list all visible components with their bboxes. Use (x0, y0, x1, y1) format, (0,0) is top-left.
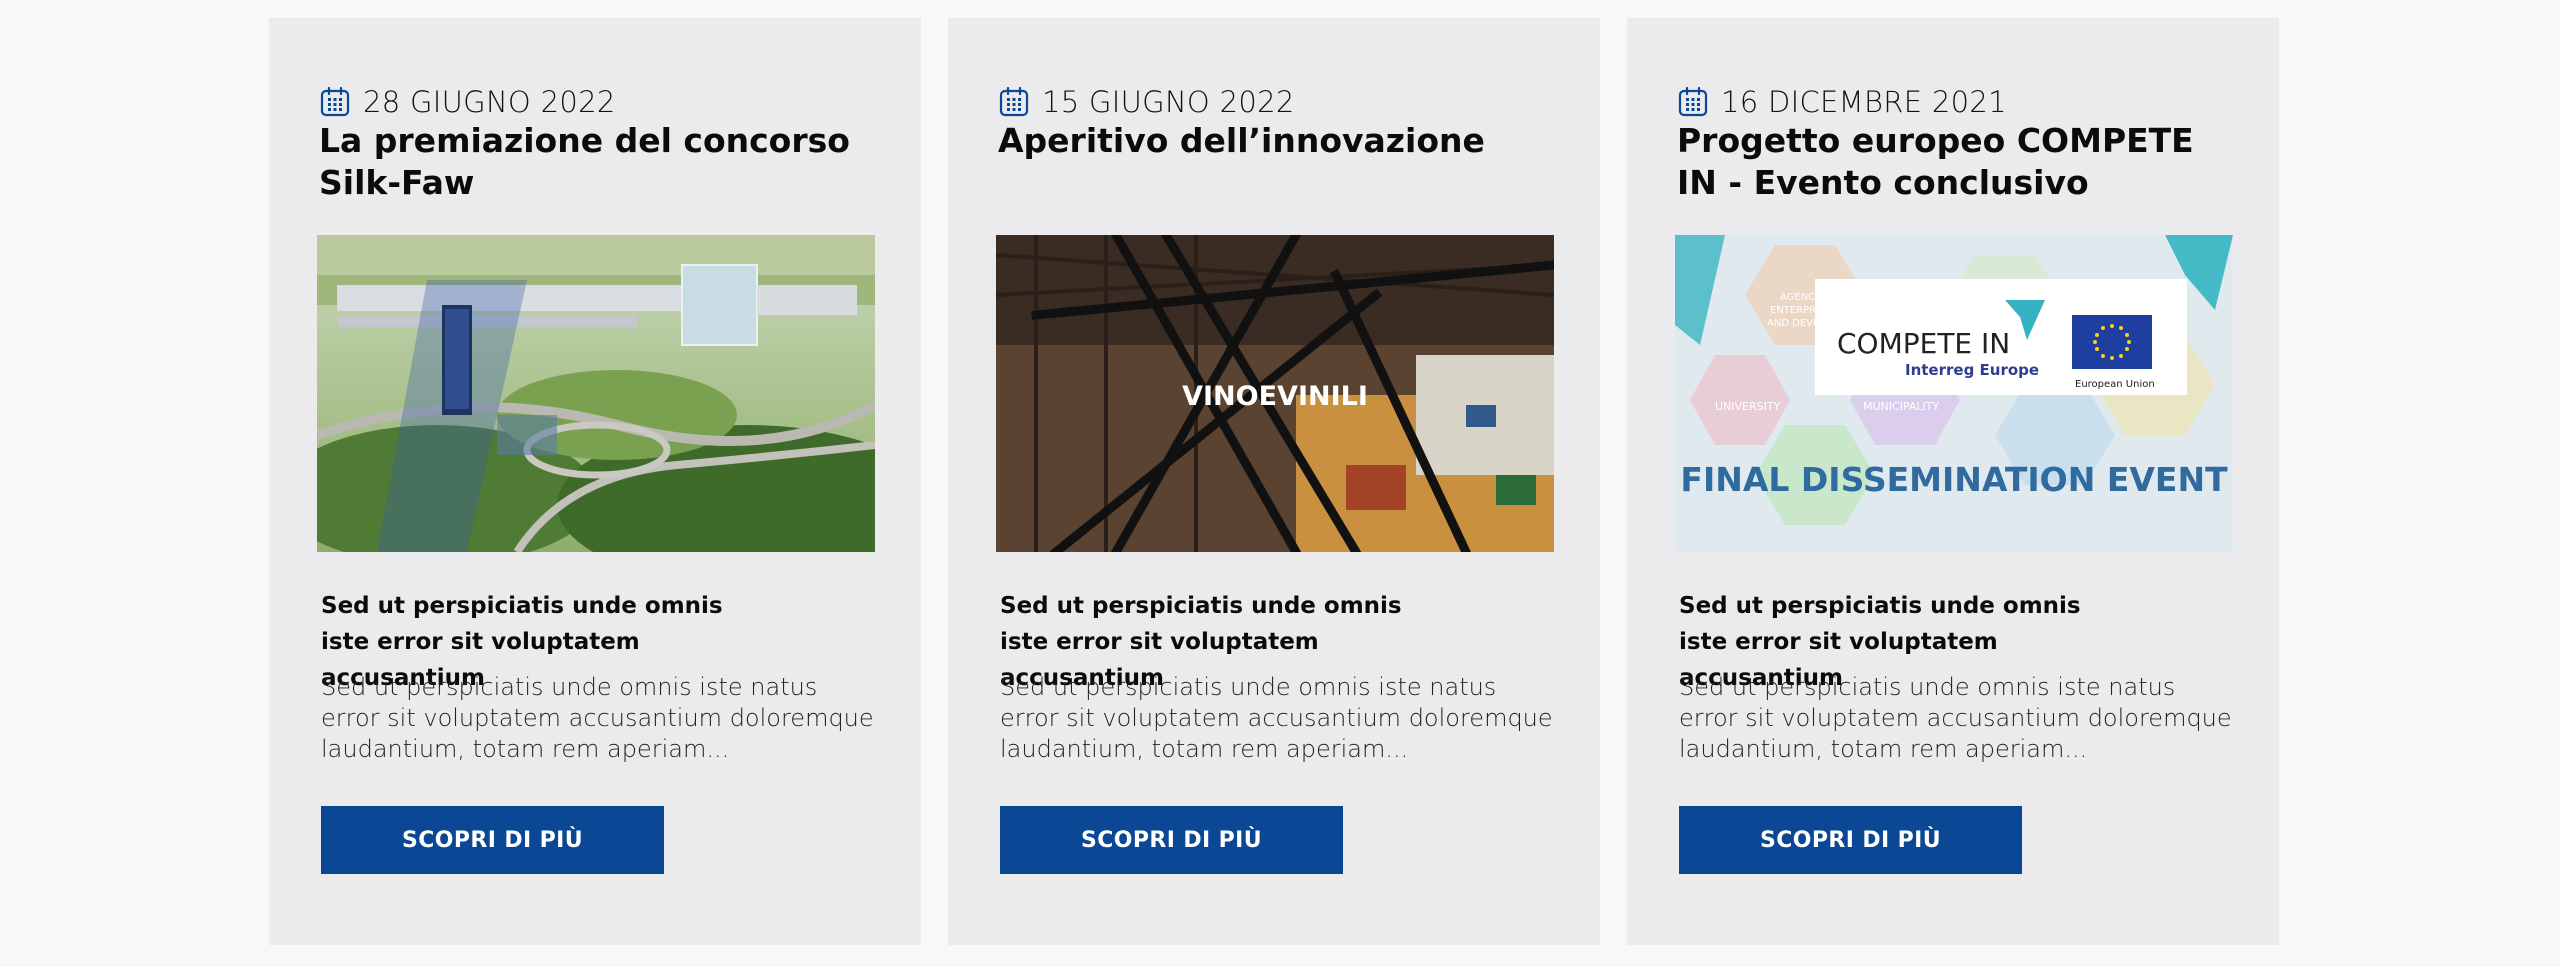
calendar-icon (1678, 86, 1708, 117)
news-card: 16 DICEMBRE 2021 Progetto europeo COMPET… (1627, 18, 2279, 945)
card-excerpt: Sed ut perspiciatis unde omnis iste natu… (1679, 673, 2232, 763)
card-excerpt: Sed ut perspiciatis unde omnis iste natu… (321, 673, 874, 763)
date-row: 16 DICEMBRE 2021 (1677, 84, 2007, 120)
discover-more-button[interactable]: SCOPRI DI PIÙ (321, 806, 664, 874)
discover-more-button[interactable]: SCOPRI DI PIÙ (1000, 806, 1343, 874)
date-row: 28 GIUGNO 2022 (319, 84, 616, 120)
calendar-icon (999, 86, 1029, 117)
card-title[interactable]: Progetto europeo COMPETE IN - Evento con… (1677, 120, 2237, 204)
vinoevinili-logo-text: VINOEVINILI (1182, 381, 1368, 412)
card-image[interactable] (317, 235, 875, 552)
card-image[interactable]: VINOEVINILI (996, 235, 1554, 552)
news-card: 15 GIUGNO 2022 Aperitivo dell’innovazion… (948, 18, 1600, 945)
card-title[interactable]: Aperitivo dell’innovazione (998, 120, 1558, 162)
final-event-headline: FINAL DISSEMINATION EVENT (1680, 460, 2228, 499)
date-row: 15 GIUGNO 2022 (998, 84, 1295, 120)
hex-label: MUNICIPALITY (1863, 400, 1939, 413)
card-title[interactable]: La premiazione del concorso Silk-Faw (319, 120, 879, 204)
event-date: 15 GIUGNO 2022 (1042, 85, 1295, 119)
event-date: 16 DICEMBRE 2021 (1721, 85, 2007, 119)
card-excerpt: Sed ut perspiciatis unde omnis iste natu… (1000, 673, 1553, 763)
calendar-icon (320, 86, 350, 117)
interreg-text: Interreg Europe (1905, 361, 2039, 379)
news-card-grid: 28 GIUGNO 2022 La premiazione del concor… (0, 0, 2560, 967)
discover-more-button[interactable]: SCOPRI DI PIÙ (1679, 806, 2022, 874)
eu-flag-icon (2072, 315, 2152, 369)
news-card: 28 GIUGNO 2022 La premiazione del concor… (269, 18, 921, 945)
hex-label: UNIVERSITY (1715, 400, 1781, 413)
eu-label: European Union (2075, 379, 2155, 390)
event-date: 28 GIUGNO 2022 (363, 85, 616, 119)
compete-in-logo-text: COMPETE IN (1837, 327, 2010, 360)
card-image[interactable]: UNIVERSITY MUNICIPALITY AGENCY ENTERPRIS… (1675, 235, 2233, 552)
